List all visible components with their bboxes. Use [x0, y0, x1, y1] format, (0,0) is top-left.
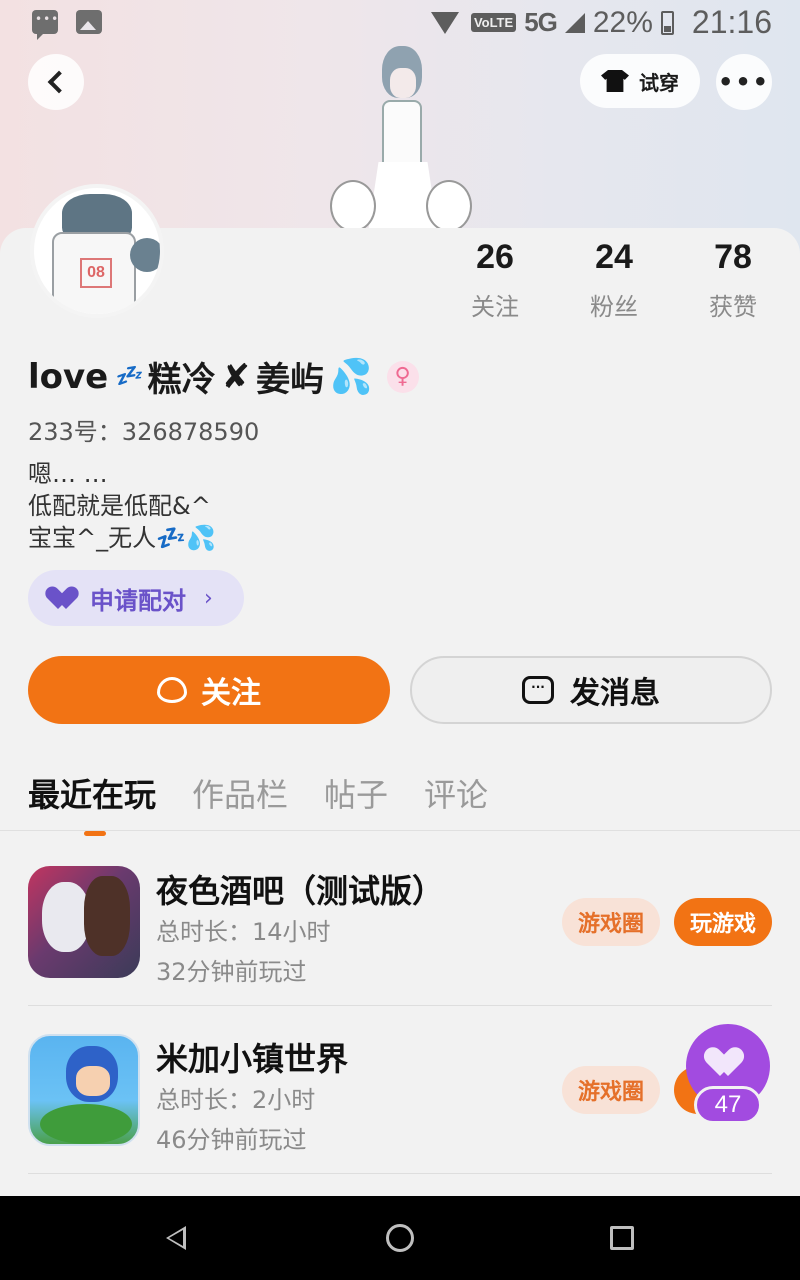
- female-gender-icon: ♀: [386, 360, 419, 393]
- stat-value: 78: [714, 238, 752, 276]
- bio-line: 嗯… …: [28, 460, 108, 488]
- tab-comments[interactable]: 评论: [424, 770, 488, 816]
- game-list-item[interactable]: 夜色酒吧（测试版） 总时长：14小时 32分钟前玩过 游戏圈 玩游戏: [28, 866, 772, 1006]
- network-type: 5G: [524, 7, 558, 37]
- heart-icon: [52, 587, 78, 609]
- image-notification-icon: [76, 10, 102, 34]
- user-id: 233号：326878590: [28, 418, 260, 446]
- sweat-drops-emoji: 💦: [330, 356, 373, 397]
- more-dots-icon: •••: [717, 68, 771, 96]
- profile-tabs: 最近在玩 作品栏 帖子 评论: [28, 770, 488, 836]
- tab-recently-played[interactable]: 最近在玩: [28, 770, 156, 836]
- bio-line: 宝宝^_无人💤💦: [28, 524, 216, 552]
- follow-label: 关注: [201, 676, 261, 711]
- chevron-right-icon: ›: [204, 585, 213, 611]
- try-on-button[interactable]: 试穿: [580, 54, 700, 108]
- game-icon: [28, 866, 140, 978]
- game-title: 米加小镇世界: [156, 1040, 349, 1078]
- divider: [0, 830, 800, 831]
- game-last-played: 32分钟前玩过: [156, 958, 307, 986]
- send-message-button[interactable]: ··· 发消息: [410, 656, 772, 724]
- more-options-button[interactable]: •••: [716, 54, 772, 110]
- nav-recent-apps-icon[interactable]: [610, 1226, 634, 1250]
- like-count-badge: 47: [694, 1086, 762, 1124]
- game-icon: [28, 1034, 140, 1146]
- stat-label: 关注: [471, 293, 519, 321]
- follow-button[interactable]: 关注: [28, 656, 390, 724]
- stat-value: 26: [476, 238, 514, 276]
- message-label: 发消息: [570, 676, 660, 711]
- stat-following[interactable]: 26 关注: [445, 238, 545, 322]
- heart-plus-icon: [157, 677, 187, 703]
- tshirt-icon: [601, 70, 629, 92]
- status-bar: VoLTE 5G 22% 21:16: [0, 0, 800, 46]
- play-game-button[interactable]: 玩游戏: [674, 898, 772, 946]
- chevron-left-icon: [47, 70, 71, 94]
- sleep-emoji: 💤: [114, 364, 142, 389]
- heart-icon: [712, 1048, 744, 1076]
- game-last-played: 46分钟前玩过: [156, 1126, 307, 1154]
- avatar-character-figure: [330, 44, 472, 244]
- game-circle-button[interactable]: 游戏圈: [562, 898, 660, 946]
- game-total-duration: 总时长：14小时: [156, 918, 331, 946]
- signal-icon: [564, 12, 585, 33]
- battery-icon: [660, 10, 674, 35]
- back-button[interactable]: [28, 54, 84, 110]
- wifi-icon: [430, 11, 459, 34]
- clock: 21:16: [691, 4, 772, 40]
- chat-bubble-icon: ···: [522, 676, 554, 704]
- nav-home-icon[interactable]: [386, 1224, 414, 1252]
- volte-indicator: VoLTE: [470, 13, 517, 32]
- tab-works[interactable]: 作品栏: [192, 770, 288, 816]
- apply-pairing-button[interactable]: 申请配对 ›: [28, 570, 244, 626]
- tab-posts[interactable]: 帖子: [324, 770, 388, 816]
- game-circle-button[interactable]: 游戏圈: [562, 1066, 660, 1114]
- stat-likes[interactable]: 78 获赞: [683, 238, 783, 322]
- stat-label: 粉丝: [590, 293, 638, 321]
- game-title: 夜色酒吧（测试版）: [156, 872, 445, 910]
- nav-back-icon[interactable]: [166, 1226, 186, 1250]
- stat-label: 获赞: [709, 293, 757, 321]
- avatar[interactable]: 08: [30, 184, 164, 318]
- stat-followers[interactable]: 24 粉丝: [564, 238, 664, 322]
- pair-label: 申请配对: [90, 586, 186, 615]
- battery-percent: 22%: [592, 5, 653, 39]
- stat-value: 24: [595, 238, 633, 276]
- game-total-duration: 总时长：2小时: [156, 1086, 316, 1114]
- try-on-label: 试穿: [639, 70, 679, 95]
- bio: 嗯… … 低配就是低配&^ 宝宝^_无人💤💦: [28, 458, 216, 554]
- message-notification-icon: [32, 10, 59, 40]
- nickname: love 💤 糕冷 ✘ 姜屿 💦 ♀: [28, 352, 419, 401]
- game-list-item[interactable]: 米加小镇世界 总时长：2小时 46分钟前玩过 游戏圈: [28, 1034, 772, 1174]
- bio-line: 低配就是低配&^: [28, 492, 211, 520]
